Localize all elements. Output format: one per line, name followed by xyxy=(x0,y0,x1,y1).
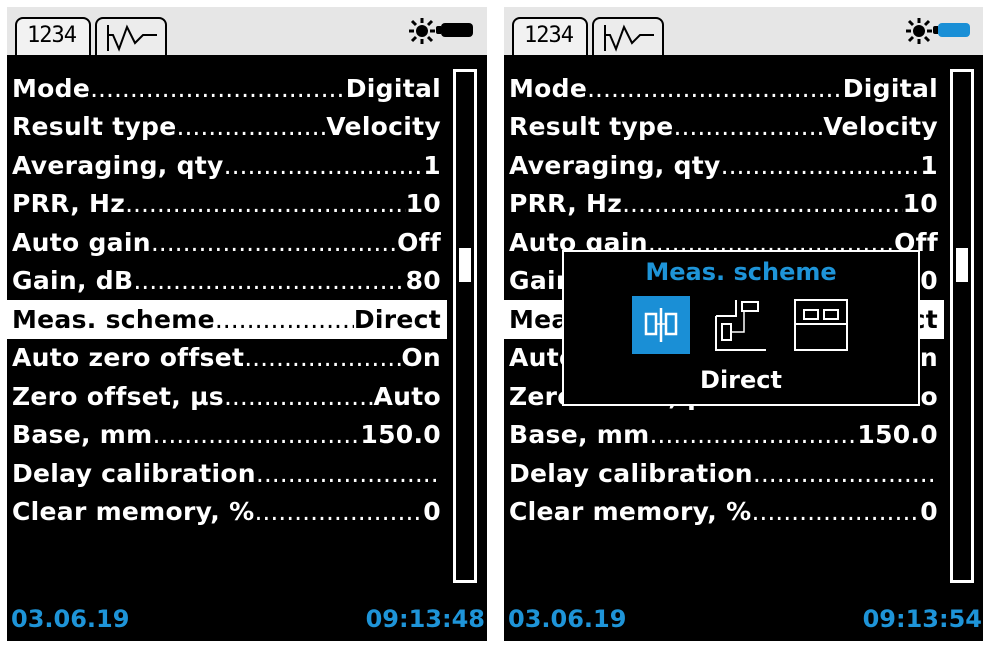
surface-scheme-icon xyxy=(794,299,848,351)
device-screen-right: 1234 ModeDigital Result typeVelocity Ave… xyxy=(504,7,983,641)
scrollbar-thumb[interactable] xyxy=(956,248,968,282)
meas-scheme-dialog: Meas. scheme Direct xyxy=(562,250,920,406)
top-bar: 1234 xyxy=(504,7,983,55)
scheme-option-direct[interactable] xyxy=(632,296,690,354)
device-screen-left: 1234 ModeDigital Result typeVelocity Ave… xyxy=(7,7,487,641)
scrollbar[interactable] xyxy=(950,69,974,583)
menu-item-gain[interactable]: Gain, dB80 xyxy=(7,262,447,301)
menu-item-base[interactable]: Base, mm150.0 xyxy=(7,416,447,455)
scrollbar-thumb[interactable] xyxy=(459,248,471,282)
status-bar: 03.06.19 09:13:48 xyxy=(7,597,487,641)
time-display: 09:13:48 xyxy=(365,605,485,633)
battery-icon xyxy=(933,23,970,37)
tab-digits-label: 1234 xyxy=(524,23,574,48)
status-bar: 03.06.19 09:13:54 xyxy=(504,597,983,641)
menu-item-clear-memory[interactable]: Clear memory, %0 xyxy=(7,493,447,532)
time-display: 09:13:54 xyxy=(862,605,982,633)
tab-waveform[interactable] xyxy=(592,17,664,55)
waveform-icon xyxy=(604,24,654,52)
dialog-title: Meas. scheme xyxy=(645,258,837,286)
menu-item-zero-offset[interactable]: Zero offset, µsAuto xyxy=(7,377,447,416)
date-display: 03.06.19 xyxy=(508,605,627,633)
date-display: 03.06.19 xyxy=(11,605,130,633)
menu-item-delay-calibration[interactable]: Delay calibration xyxy=(504,454,944,493)
menu-item-auto-zero-offset[interactable]: Auto zero offsetOn xyxy=(7,339,447,378)
angled-scheme-icon xyxy=(715,300,766,351)
direct-scheme-icon xyxy=(644,308,678,342)
brightness-icon[interactable] xyxy=(409,18,435,44)
waveform-icon xyxy=(107,24,157,52)
menu-item-delay-calibration[interactable]: Delay calibration xyxy=(7,454,447,493)
menu-item-averaging[interactable]: Averaging, qty1 xyxy=(7,146,447,185)
settings-menu: ModeDigital Result typeVelocity Averagin… xyxy=(7,69,447,531)
scheme-option-angled[interactable] xyxy=(712,296,770,354)
menu-item-averaging[interactable]: Averaging, qty1 xyxy=(504,146,944,185)
menu-item-prr[interactable]: PRR, Hz10 xyxy=(504,185,944,224)
menu-item-base[interactable]: Base, mm150.0 xyxy=(504,416,944,455)
top-bar: 1234 xyxy=(7,7,487,55)
tab-digits[interactable]: 1234 xyxy=(512,17,588,55)
menu-item-result-type[interactable]: Result typeVelocity xyxy=(7,108,447,147)
brightness-icon[interactable] xyxy=(906,18,932,44)
menu-item-auto-gain[interactable]: Auto gainOff xyxy=(7,223,447,262)
menu-item-meas-scheme[interactable]: Meas. schemeDirect xyxy=(7,300,447,339)
tab-waveform[interactable] xyxy=(95,17,167,55)
menu-item-mode[interactable]: ModeDigital xyxy=(7,69,447,108)
tab-digits[interactable]: 1234 xyxy=(15,17,91,55)
battery-icon xyxy=(436,23,473,37)
tab-digits-label: 1234 xyxy=(27,23,77,48)
scrollbar[interactable] xyxy=(453,69,477,583)
menu-item-mode[interactable]: ModeDigital xyxy=(504,69,944,108)
menu-item-result-type[interactable]: Result typeVelocity xyxy=(504,108,944,147)
dialog-current-value: Direct xyxy=(700,366,782,394)
scheme-option-surface[interactable] xyxy=(792,296,850,354)
menu-item-prr[interactable]: PRR, Hz10 xyxy=(7,185,447,224)
menu-item-clear-memory[interactable]: Clear memory, %0 xyxy=(504,493,944,532)
